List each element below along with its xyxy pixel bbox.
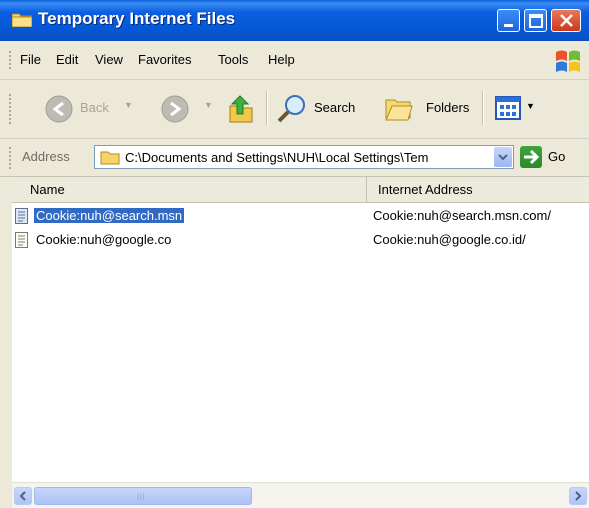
views-button[interactable]: ▼ <box>494 94 540 122</box>
horizontal-scrollbar[interactable]: ||| <box>12 482 589 508</box>
folders-button[interactable]: Folders <box>384 92 476 124</box>
views-icon <box>495 96 521 120</box>
maximize-icon <box>529 14 543 28</box>
go-button[interactable] <box>520 146 542 168</box>
standard-toolbar: Back ▼ ▼ Search Folders ▼ <box>0 80 589 139</box>
views-dropdown-icon[interactable]: ▼ <box>526 101 535 111</box>
list-item[interactable]: Cookie:nuh@google.co Cookie:nuh@google.c… <box>12 230 582 250</box>
menu-file[interactable]: File <box>20 52 41 67</box>
window-frame-left <box>0 177 12 508</box>
chevron-down-icon <box>498 154 508 161</box>
maximize-button[interactable] <box>524 9 547 32</box>
minimize-button[interactable] <box>497 9 520 32</box>
close-icon <box>560 14 573 27</box>
addressbar-grip <box>9 147 11 169</box>
close-button[interactable] <box>551 9 581 32</box>
folders-label: Folders <box>426 100 470 115</box>
menu-help[interactable]: Help <box>268 52 295 67</box>
address-value: C:\Documents and Settings\NUH\Local Sett… <box>125 150 429 165</box>
search-icon <box>277 95 305 123</box>
up-folder-icon[interactable] <box>228 92 254 124</box>
scroll-thumb[interactable]: ||| <box>34 487 252 505</box>
address-folder-icon <box>100 151 120 165</box>
menu-tools[interactable]: Tools <box>218 52 248 67</box>
cookie-file-icon <box>15 232 28 248</box>
scroll-right-button[interactable] <box>569 487 587 505</box>
address-input[interactable]: C:\Documents and Settings\NUH\Local Sett… <box>94 145 514 169</box>
menu-edit[interactable]: Edit <box>56 52 78 67</box>
folder-icon <box>12 13 32 27</box>
item-internet-address: Cookie:nuh@google.co.id/ <box>373 232 526 247</box>
go-label[interactable]: Go <box>548 149 565 164</box>
back-label: Back <box>80 100 109 115</box>
back-button[interactable]: Back ▼ <box>44 94 154 124</box>
address-label: Address <box>22 149 70 164</box>
list-item[interactable]: Cookie:nuh@search.msn Cookie:nuh@search.… <box>12 206 582 226</box>
toolbar-separator <box>266 90 268 126</box>
minimize-icon <box>504 24 513 27</box>
title-bar[interactable]: Temporary Internet Files <box>0 0 589 41</box>
toolbar-separator <box>482 90 484 126</box>
chevron-right-icon <box>575 491 582 501</box>
column-header-name-label: Name <box>30 182 65 197</box>
scroll-left-button[interactable] <box>14 487 32 505</box>
folders-icon <box>385 99 413 121</box>
window-title: Temporary Internet Files <box>38 9 236 28</box>
forward-button[interactable]: ▼ <box>160 94 216 124</box>
cookie-file-icon <box>15 208 28 224</box>
search-label: Search <box>314 100 356 115</box>
menubar-grip <box>9 51 11 71</box>
address-dropdown-button[interactable] <box>494 147 512 167</box>
toolbar-grip <box>9 94 11 124</box>
column-header-internet-address[interactable]: Internet Address <box>367 177 589 203</box>
chevron-left-icon <box>19 491 26 501</box>
item-name: Cookie:nuh@google.co <box>36 232 172 247</box>
forward-arrow-icon <box>161 95 189 123</box>
forward-dropdown-icon[interactable]: ▼ <box>204 100 213 110</box>
address-bar: Address C:\Documents and Settings\NUH\Lo… <box>0 139 589 177</box>
menu-view[interactable]: View <box>95 52 123 67</box>
scroll-thumb-grip: ||| <box>137 494 146 501</box>
menu-favorites[interactable]: Favorites <box>138 52 191 67</box>
search-button[interactable]: Search <box>276 92 372 124</box>
file-list[interactable]: Name Internet Address Cookie:nuh@search.… <box>12 177 589 482</box>
column-header-name[interactable]: Name <box>12 177 367 203</box>
go-arrow-icon <box>524 149 540 165</box>
menu-bar: File Edit View Favorites Tools Help <box>0 41 589 80</box>
windows-logo-icon <box>556 50 580 72</box>
column-header-address-label: Internet Address <box>378 182 473 197</box>
back-dropdown-icon[interactable]: ▼ <box>124 100 133 110</box>
item-name: Cookie:nuh@search.msn <box>32 207 186 224</box>
item-internet-address: Cookie:nuh@search.msn.com/ <box>373 208 551 223</box>
explorer-window: Temporary Internet Files File Edit View … <box>0 0 589 508</box>
back-arrow-icon <box>45 95 73 123</box>
